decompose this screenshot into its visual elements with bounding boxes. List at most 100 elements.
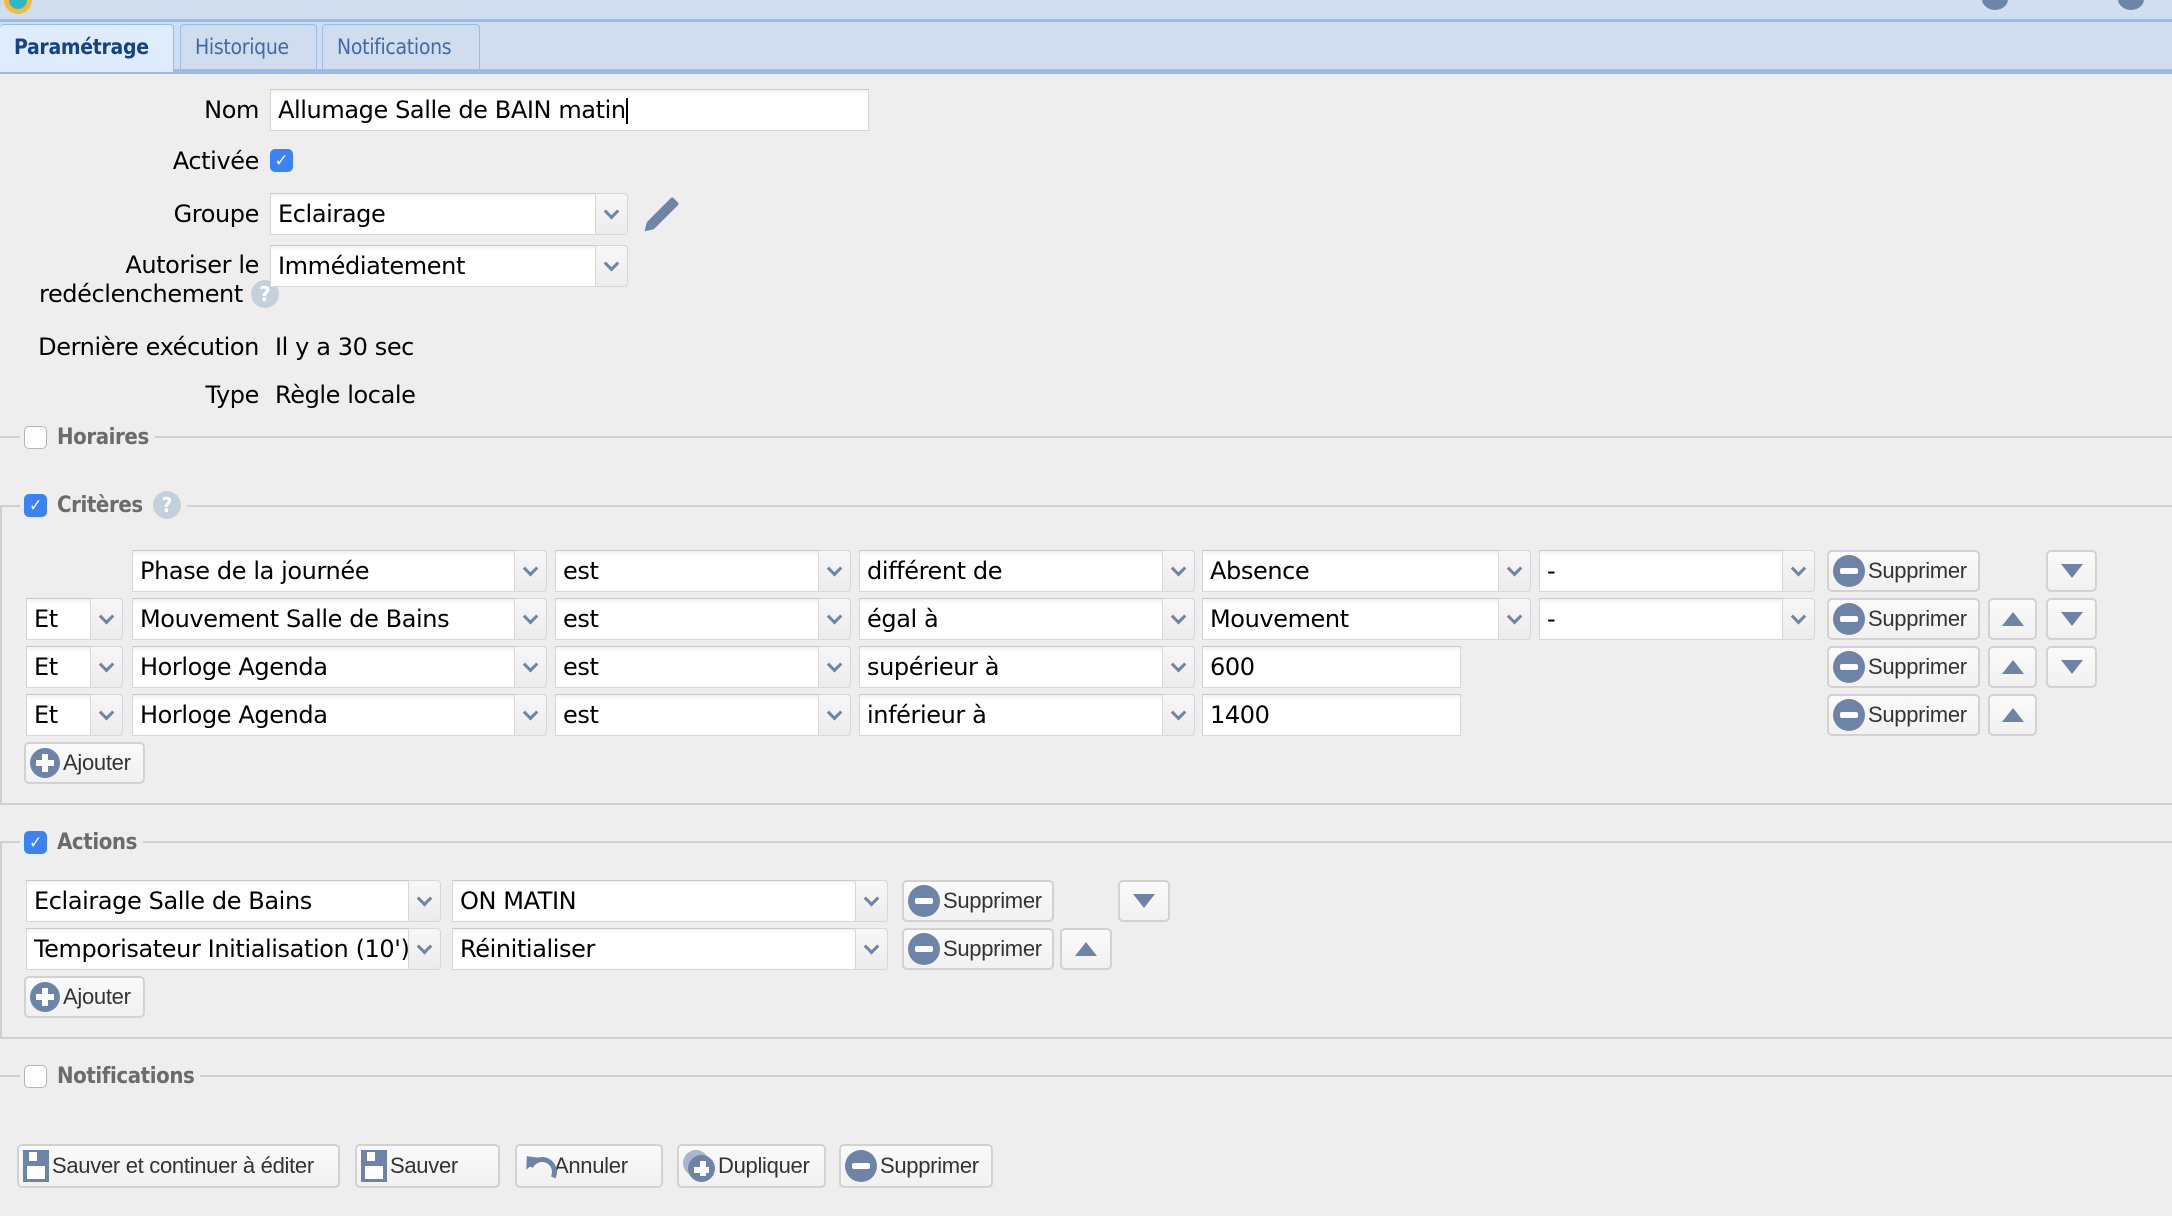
edit-group-button[interactable] — [645, 195, 681, 231]
criterion-operator-select[interactable]: différent de — [859, 550, 1195, 592]
action-command-select[interactable]: ON MATIN — [452, 880, 888, 922]
criterion-value-input[interactable]: 1400 — [1202, 694, 1461, 736]
criterion-value-select[interactable]: Absence — [1202, 550, 1531, 592]
minus-circle-icon — [908, 885, 940, 917]
move-up-button[interactable] — [1988, 598, 2037, 640]
delete-criterion-button[interactable]: Supprimer — [1827, 646, 1980, 688]
connector-select[interactable]: Et — [26, 598, 123, 640]
horaires-checkbox[interactable] — [24, 425, 47, 449]
criterion-operator-dropdown-trigger[interactable] — [1162, 694, 1195, 736]
criterion-field-select[interactable]: Horloge Agenda — [132, 694, 547, 736]
delete-criterion-button[interactable]: Supprimer — [1827, 694, 1980, 736]
tab-notifications[interactable]: Notifications — [322, 24, 480, 69]
criterion-verb-dropdown-trigger[interactable] — [818, 598, 851, 640]
criterion-field-select[interactable]: Mouvement Salle de Bains — [132, 598, 547, 640]
criterion-verb-dropdown-trigger[interactable] — [818, 646, 851, 688]
nom-value: Allumage Salle de BAIN matin — [278, 96, 626, 124]
redeclenchement-dropdown-trigger[interactable] — [595, 245, 628, 287]
chevron-down-icon — [863, 890, 880, 906]
criterion-field-dropdown-trigger[interactable] — [514, 694, 547, 736]
redeclenchement-select[interactable]: Immédiatement — [270, 245, 628, 287]
criterion-field-dropdown-trigger[interactable] — [514, 550, 547, 592]
criterion-verb-dropdown-trigger[interactable] — [818, 694, 851, 736]
duplicate-button[interactable]: Dupliquer — [677, 1144, 826, 1188]
action-command-select[interactable]: Réinitialiser — [452, 928, 888, 970]
cancel-button[interactable]: Annuler — [515, 1144, 663, 1188]
save-button[interactable]: Sauver — [355, 1144, 500, 1188]
criterion-operator-select[interactable]: inférieur à — [859, 694, 1195, 736]
tab-historique[interactable]: Historique — [180, 24, 317, 69]
action-device-dropdown-trigger[interactable] — [408, 928, 441, 970]
action-command-dropdown-trigger[interactable] — [855, 928, 888, 970]
add-criterion-button[interactable]: Ajouter — [24, 742, 145, 784]
move-up-button[interactable] — [1988, 646, 2037, 688]
criterion-verb-select[interactable]: est — [555, 550, 851, 592]
gear-icon[interactable] — [2118, 0, 2144, 10]
criterion-operator-dropdown-trigger[interactable] — [1162, 646, 1195, 688]
notifications-divider — [0, 1075, 2172, 1077]
criterion-field-select[interactable]: Horloge Agenda — [132, 646, 547, 688]
connector-select[interactable]: Et — [26, 646, 123, 688]
delete-action-button[interactable]: Supprimer — [902, 928, 1054, 970]
move-down-button[interactable] — [2046, 550, 2097, 592]
delete-criterion-label: Supprimer — [1868, 606, 1967, 631]
criterion-verb-select[interactable]: est — [555, 598, 851, 640]
duplicate-icon — [683, 1150, 715, 1182]
activee-checkbox[interactable]: ✓ — [270, 149, 293, 172]
delete-rule-button[interactable]: Supprimer — [839, 1144, 993, 1188]
criterion-value-select[interactable]: Mouvement — [1202, 598, 1531, 640]
add-action-button[interactable]: Ajouter — [24, 976, 145, 1018]
criterion-operator-select[interactable]: supérieur à — [859, 646, 1195, 688]
move-down-button[interactable] — [2046, 598, 2097, 640]
criterion-operator-dropdown-trigger[interactable] — [1162, 550, 1195, 592]
criterion-operator-select[interactable]: égal à — [859, 598, 1195, 640]
criteres-checkbox[interactable]: ✓ — [24, 493, 47, 517]
connector-select[interactable]: Et — [26, 694, 123, 736]
nom-input[interactable]: Allumage Salle de BAIN matin — [270, 89, 869, 131]
criterion-operator-dropdown-trigger[interactable] — [1162, 598, 1195, 640]
horaires-divider — [0, 436, 2172, 438]
delete-criterion-button[interactable]: Supprimer — [1827, 550, 1980, 592]
delete-action-button[interactable]: Supprimer — [902, 880, 1054, 922]
criterion-verb-select[interactable]: est — [555, 694, 851, 736]
move-down-button[interactable] — [2046, 646, 2097, 688]
criterion-value-dropdown-trigger[interactable] — [1498, 550, 1531, 592]
delete-criterion-button[interactable]: Supprimer — [1827, 598, 1980, 640]
actions-legend: ✓ Actions — [20, 826, 143, 858]
action-command-dropdown-trigger[interactable] — [855, 880, 888, 922]
action-device-select[interactable]: Temporisateur Initialisation (10') Salle… — [26, 928, 441, 970]
help-icon[interactable]: ? — [152, 491, 181, 519]
criterion-extra-select[interactable]: - — [1539, 598, 1815, 640]
minus-circle-icon — [1833, 651, 1865, 683]
user-icon[interactable] — [1982, 0, 2008, 10]
app-logo-icon[interactable] — [4, 0, 32, 14]
arrow-down-icon — [2060, 564, 2083, 578]
criterion-extra-dropdown-trigger[interactable] — [1782, 598, 1815, 640]
criterion-field-dropdown-trigger[interactable] — [514, 598, 547, 640]
criterion-extra-dropdown-trigger[interactable] — [1782, 550, 1815, 592]
connector-dropdown-trigger[interactable] — [90, 598, 123, 640]
criterion-verb-select[interactable]: est — [555, 646, 851, 688]
move-down-button[interactable] — [1118, 880, 1170, 922]
criterion-field-select[interactable]: Phase de la journée — [132, 550, 547, 592]
criterion-extra-select[interactable]: - — [1539, 550, 1815, 592]
criterion-verb-dropdown-trigger[interactable] — [818, 550, 851, 592]
connector-dropdown-trigger[interactable] — [90, 646, 123, 688]
groupe-dropdown-trigger[interactable] — [595, 193, 628, 235]
move-up-button[interactable] — [1988, 694, 2037, 736]
tab-parametrage[interactable]: Paramétrage — [0, 24, 174, 72]
criterion-value-dropdown-trigger[interactable] — [1498, 598, 1531, 640]
criterion-field-value: Phase de la journée — [132, 550, 514, 592]
notifications-checkbox[interactable] — [24, 1064, 47, 1088]
action-device-dropdown-trigger[interactable] — [408, 880, 441, 922]
actions-checkbox[interactable]: ✓ — [24, 830, 47, 854]
chevron-down-icon — [1170, 656, 1187, 672]
criterion-field-dropdown-trigger[interactable] — [514, 646, 547, 688]
groupe-select[interactable]: Eclairage — [270, 193, 628, 235]
criterion-value-input[interactable]: 600 — [1202, 646, 1461, 688]
move-up-button[interactable] — [1060, 928, 1112, 970]
connector-dropdown-trigger[interactable] — [90, 694, 123, 736]
chevron-down-icon — [603, 203, 620, 219]
save-continue-button[interactable]: Sauver et continuer à éditer — [17, 1144, 340, 1188]
action-device-select[interactable]: Eclairage Salle de Bains — [26, 880, 441, 922]
